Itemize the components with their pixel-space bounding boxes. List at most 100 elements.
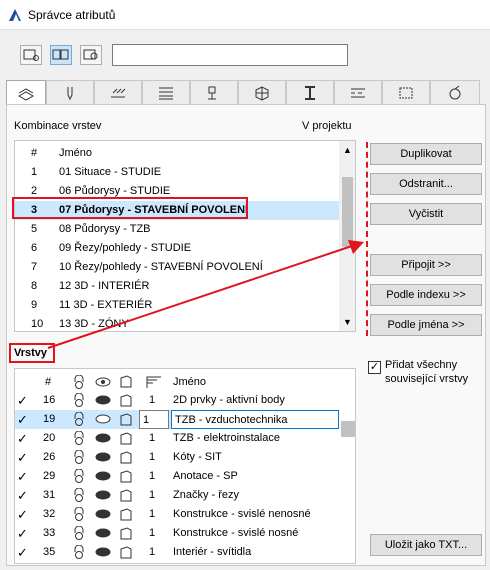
attach-button[interactable]: Připojit >> <box>370 254 482 276</box>
eye-icon[interactable] <box>95 527 111 540</box>
wireframe-icon[interactable] <box>118 488 134 503</box>
lock-icon[interactable] <box>71 526 87 541</box>
layer-row[interactable]: ✓ 29 1 Anotace - SP <box>15 467 339 486</box>
combination-num: 7 <box>31 261 38 273</box>
wireframe-icon[interactable] <box>118 412 134 427</box>
pen-icon <box>67 86 73 100</box>
layer-name: Konstrukce - svislé nenosné <box>173 508 311 520</box>
layer-included-check-icon[interactable]: ✓ <box>17 410 28 429</box>
eye-icon[interactable] <box>95 546 111 559</box>
wireframe-icon[interactable] <box>118 545 134 560</box>
layer-row[interactable]: ✓ 31 1 Značky - řezy <box>15 486 339 505</box>
lock-icon[interactable] <box>71 412 87 427</box>
tab-profiles[interactable] <box>286 80 334 104</box>
tab-markup[interactable] <box>430 80 480 104</box>
wireframe-icon[interactable] <box>118 526 134 541</box>
layer-included-check-icon[interactable]: ✓ <box>17 524 28 543</box>
lock-icon[interactable] <box>71 450 87 465</box>
layer-included-check-icon[interactable]: ✓ <box>17 391 28 410</box>
block-icon <box>255 85 269 101</box>
lock-header-icon <box>74 375 84 389</box>
split-view-icon <box>52 49 69 60</box>
tab-composites[interactable] <box>142 80 190 104</box>
intersection-group-value: 1 <box>149 470 156 482</box>
lock-icon[interactable] <box>71 469 87 484</box>
wireframe-icon[interactable] <box>118 469 134 484</box>
layer-included-check-icon[interactable]: ✓ <box>17 429 28 448</box>
layers-scroll-thumb[interactable] <box>341 421 355 437</box>
layers-label: Vrstvy <box>14 347 48 359</box>
combinations-header: # Jméno <box>31 147 93 159</box>
tab-lines[interactable] <box>334 80 382 104</box>
intersection-group-value: 1 <box>149 451 156 463</box>
lock-icon[interactable] <box>71 488 87 503</box>
layers-icon <box>17 87 35 101</box>
layer-num: 19 <box>43 413 56 425</box>
wireframe-icon[interactable] <box>118 393 134 408</box>
add-related-label: Přidat všechny související vrstvy <box>385 359 469 385</box>
eye-icon[interactable] <box>95 451 111 464</box>
layer-name: TZB - elektroinstalace <box>173 432 280 444</box>
eye-icon[interactable] <box>95 470 111 483</box>
eye-icon[interactable] <box>95 432 111 445</box>
combination-row[interactable]: 1 01 Situace - STUDIE <box>15 163 339 182</box>
layer-name: 2D prvky - aktivní body <box>173 394 285 406</box>
duplicate-button[interactable]: Duplikovat <box>370 143 482 165</box>
layer-row[interactable]: ✓ 32 1 Konstrukce - svislé nenosné <box>15 505 339 524</box>
scroll-up-icon[interactable]: ▲ <box>343 145 352 155</box>
wireframe-icon[interactable] <box>118 507 134 522</box>
intersection-group-icon <box>146 376 161 388</box>
by-name-button[interactable]: Podle jména >> <box>370 314 482 336</box>
attribute-tabs <box>6 80 486 106</box>
lock-icon[interactable] <box>71 545 87 560</box>
layer-included-check-icon[interactable]: ✓ <box>17 467 28 486</box>
tab-layer-combinations[interactable] <box>6 80 46 106</box>
intersection-group-value: 1 <box>149 527 156 539</box>
clean-button[interactable]: Vyčistit <box>370 203 482 225</box>
eye-icon[interactable] <box>95 508 111 521</box>
preview-view-button[interactable] <box>80 45 102 65</box>
tab-surfaces[interactable] <box>190 80 238 104</box>
eye-icon[interactable] <box>95 394 111 407</box>
tab-pens[interactable] <box>46 80 94 104</box>
lock-icon[interactable] <box>71 431 87 446</box>
profile-icon <box>305 85 315 100</box>
eye-icon[interactable] <box>95 413 111 426</box>
by-index-button[interactable]: Podle indexu >> <box>370 284 482 306</box>
layer-included-check-icon[interactable]: ✓ <box>17 448 28 467</box>
tab-zones[interactable] <box>382 80 430 104</box>
app-icon <box>9 9 21 21</box>
add-related-checkbox[interactable]: ✓ <box>368 361 381 374</box>
save-txt-button[interactable]: Uložit jako TXT... <box>370 534 482 556</box>
layer-row[interactable]: ✓ 33 1 Konstrukce - svislé nosné <box>15 524 339 543</box>
lock-icon[interactable] <box>71 507 87 522</box>
combination-num: 1 <box>31 166 38 178</box>
layer-name-edit[interactable]: TZB - vzduchotechnika <box>171 410 339 429</box>
search-input[interactable] <box>112 44 348 66</box>
layer-included-check-icon[interactable]: ✓ <box>17 543 28 562</box>
split-view-button[interactable] <box>50 45 72 65</box>
list-view-button[interactable] <box>20 45 42 65</box>
layer-row[interactable]: ✓ 26 1 Kóty - SIT <box>15 448 339 467</box>
layers-list[interactable]: # Jméno ✓ 16 1 2D prvky - aktivní body ✓ 19 1 T… <box>14 368 356 564</box>
tab-building-materials[interactable] <box>238 80 286 104</box>
combinations-label: Kombinace vrstev <box>14 120 102 132</box>
layer-name: Interiér - svítidla <box>173 546 252 558</box>
layer-row[interactable]: ✓ 19 1 TZB - vzduchotechnika <box>15 410 339 429</box>
layer-row[interactable]: ✓ 20 1 TZB - elektroinstalace <box>15 429 339 448</box>
layer-row[interactable]: ✓ 35 1 Interiér - svítidla <box>15 543 339 562</box>
layer-included-check-icon[interactable]: ✓ <box>17 486 28 505</box>
fill-icon <box>111 88 126 97</box>
layer-num: 33 <box>43 527 56 539</box>
layer-row[interactable]: ✓ 16 1 2D prvky - aktivní body <box>15 391 339 410</box>
zone-icon <box>399 87 413 98</box>
tab-fills[interactable] <box>94 80 142 104</box>
layer-included-check-icon[interactable]: ✓ <box>17 505 28 524</box>
eye-icon[interactable] <box>95 489 111 502</box>
wireframe-icon[interactable] <box>118 431 134 446</box>
wireframe-icon[interactable] <box>118 450 134 465</box>
remove-button[interactable]: Odstranit... <box>370 173 482 195</box>
intersection-group-input[interactable]: 1 <box>139 410 169 429</box>
lock-icon[interactable] <box>71 393 87 408</box>
layer-num: 32 <box>43 508 56 520</box>
